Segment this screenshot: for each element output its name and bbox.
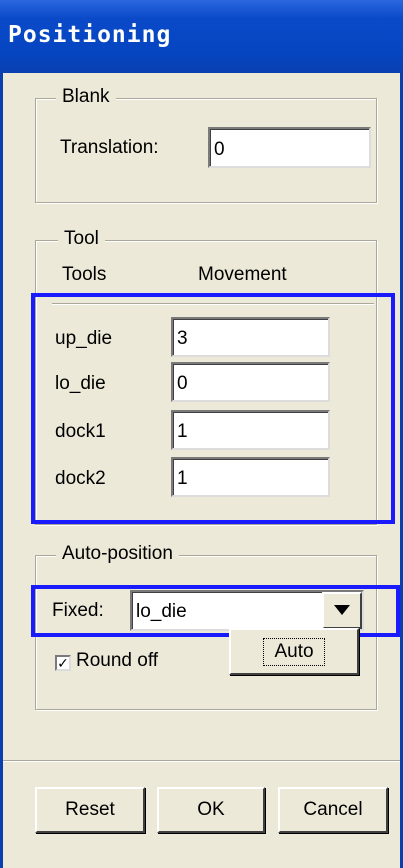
ok-button[interactable]: OK bbox=[157, 787, 265, 833]
auto-button-label: Auto bbox=[263, 637, 325, 666]
cancel-button[interactable]: Cancel bbox=[278, 787, 388, 833]
window-title: Positioning bbox=[8, 22, 172, 48]
title-bar[interactable]: Positioning bbox=[0, 0, 403, 73]
checkmark-icon: ✓ bbox=[57, 655, 69, 671]
footer-separator bbox=[3, 760, 400, 762]
reset-button-label: Reset bbox=[65, 799, 115, 820]
translation-label: Translation: bbox=[60, 137, 159, 158]
cancel-button-label: Cancel bbox=[303, 799, 363, 820]
tool-legend: Tool bbox=[58, 228, 105, 250]
round-off-checkbox[interactable]: ✓ bbox=[55, 655, 71, 671]
movement-column-header: Movement bbox=[198, 264, 287, 285]
round-off-label[interactable]: Round off bbox=[76, 650, 158, 672]
auto-button[interactable]: Auto bbox=[229, 628, 359, 675]
translation-input[interactable]: 0 bbox=[208, 127, 371, 168]
ok-button-label: OK bbox=[197, 799, 225, 820]
tool-rows-highlight bbox=[31, 293, 395, 524]
reset-button[interactable]: Reset bbox=[35, 787, 145, 833]
tools-column-header: Tools bbox=[62, 264, 107, 285]
blank-legend: Blank bbox=[56, 86, 116, 108]
auto-position-legend: Auto-position bbox=[56, 543, 179, 565]
